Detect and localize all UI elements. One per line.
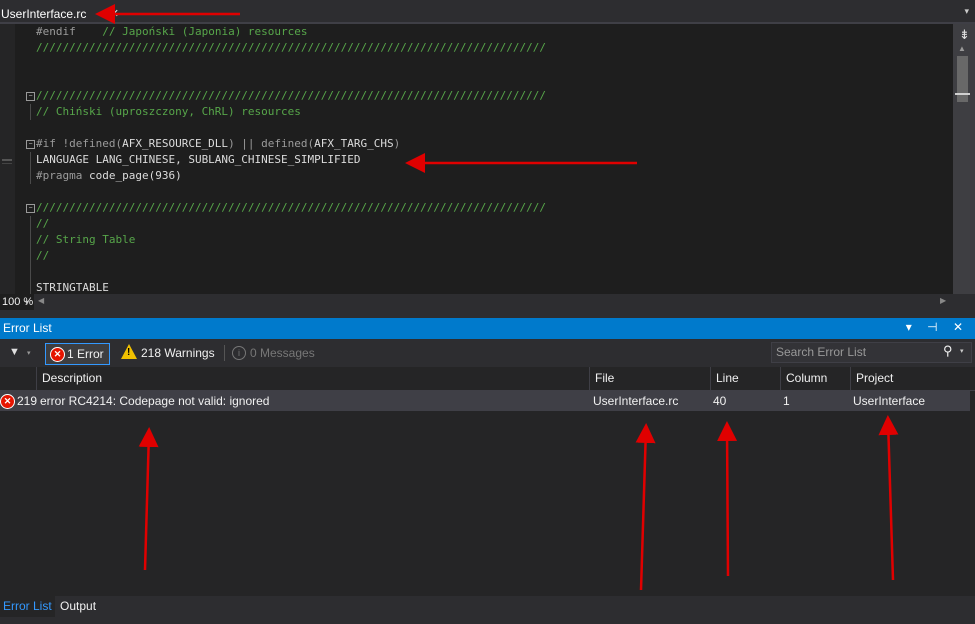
gutter-marker (2, 163, 12, 164)
error-project: UserInterface (853, 394, 926, 408)
errors-count: 1 Error (67, 347, 104, 361)
code-line[interactable]: #pragma code_page(936) (36, 168, 182, 184)
panel-splitter[interactable] (0, 310, 975, 318)
gutter-marker (2, 159, 12, 161)
warning-icon-mark: ! (127, 347, 131, 358)
code-token: AFX_TARG_CHS (314, 137, 394, 150)
filter-icon[interactable]: ▼ (9, 346, 20, 358)
code-line[interactable]: STRINGTABLE (36, 280, 109, 294)
chevron-down-icon[interactable]: ▾ (960, 347, 964, 355)
table-row[interactable]: ✕ 219 error RC4214: Codepage not valid: … (0, 391, 970, 411)
error-list-body: ✕ 219 error RC4214: Codepage not valid: … (0, 391, 975, 596)
tab-output[interactable]: Output (56, 596, 100, 617)
code-line[interactable]: #endif // Japoński (Japonia) resources (36, 24, 308, 40)
code-token: // String Table (36, 233, 136, 246)
code-line[interactable]: #if !defined(AFX_RESOURCE_DLL) || define… (36, 136, 400, 152)
code-token: LANGUAGE LANG_CHINESE, SUBLANG_CHINESE_S… (36, 153, 361, 166)
code-line[interactable]: ////////////////////////////////////////… (36, 88, 546, 104)
collapse-region-icon[interactable]: − (26, 140, 35, 149)
divider (224, 345, 225, 361)
error-list-header: Description File Line Column Project (0, 367, 975, 391)
column-header-project[interactable]: Project (856, 371, 893, 385)
chevron-down-icon[interactable]: ▾ (25, 298, 29, 307)
error-icon: ✕ (0, 394, 15, 409)
tab-title: UserInterface.rc (1, 6, 87, 21)
error-icon: ✕ (50, 347, 65, 362)
code-text[interactable]: #endif // Japoński (Japonia) resources//… (36, 24, 948, 294)
column-header-file[interactable]: File (595, 371, 614, 385)
error-list-toolbar: ▼ ▾ ✕ 1 Error ! 218 Warnings i 0 Message… (0, 339, 975, 367)
column-divider[interactable] (710, 367, 711, 390)
fold-guide (30, 152, 31, 184)
scroll-up-icon[interactable]: ▲ (958, 44, 966, 53)
column-divider[interactable] (780, 367, 781, 390)
code-token: #pragma (36, 169, 83, 182)
error-list-title-bar: Error List ▾ ⊣ ✕ (0, 318, 975, 339)
code-token: AFX_RESOURCE_DLL (122, 137, 229, 150)
code-token: // (36, 217, 50, 230)
scroll-position-marker (955, 93, 970, 95)
code-token: #if !defined( (36, 137, 123, 150)
code-line[interactable]: ////////////////////////////////////////… (36, 40, 546, 56)
code-line[interactable]: // (36, 248, 49, 264)
code-line[interactable]: // (36, 216, 49, 232)
fold-guide (30, 216, 31, 294)
code-token: // Chiński (uproszczony, ChRL) resources (36, 105, 301, 118)
fold-guide (30, 104, 31, 120)
code-token: ////////////////////////////////////////… (36, 89, 546, 102)
code-token: ) (393, 137, 401, 150)
column-divider[interactable] (850, 367, 851, 390)
tool-window-tabs: Error List Output (0, 596, 975, 624)
code-token: // Japoński (Japonia) resources (75, 25, 308, 38)
collapse-region-icon[interactable]: − (26, 92, 35, 101)
document-tab-bar: UserInterface.rc ⊸ ✕ ▾ (0, 0, 975, 24)
code-line[interactable]: LANGUAGE LANG_CHINESE, SUBLANG_CHINESE_S… (36, 152, 361, 168)
split-editor-icon[interactable]: ⇟ (959, 27, 970, 43)
collapse-region-icon[interactable]: − (26, 204, 35, 213)
scroll-left-icon[interactable]: ◀ (38, 296, 44, 305)
errors-filter-button[interactable]: ✕ 1 Error (45, 343, 110, 365)
code-line[interactable]: ////////////////////////////////////////… (36, 200, 546, 216)
close-icon[interactable]: ✕ (110, 7, 119, 20)
code-token: ////////////////////////////////////////… (36, 41, 546, 54)
editor-status-row: 100 % ▾ ◀ ▶ (0, 294, 975, 310)
chevron-down-icon[interactable]: ▾ (27, 349, 31, 357)
code-token: ) || defined( (228, 137, 315, 150)
search-input[interactable]: Search Error List ⚲ ▾ (771, 342, 972, 363)
scrollbar-thumb[interactable] (957, 56, 968, 102)
code-token: ////////////////////////////////////////… (36, 201, 546, 214)
chevron-down-icon[interactable]: ▾ (964, 6, 969, 17)
code-line[interactable]: // String Table (36, 232, 135, 248)
code-editor[interactable]: − − − #endif // Japoński (Japonia) resourc… (0, 24, 975, 294)
error-file: UserInterface.rc (593, 394, 679, 408)
column-header-line[interactable]: Line (716, 371, 739, 385)
column-header-description[interactable]: Description (42, 371, 102, 385)
code-token: code_page(936) (82, 169, 182, 182)
code-token: // (36, 249, 50, 262)
window-controls[interactable]: ▾ ⊣ ✕ (906, 320, 969, 334)
error-description: error RC4214: Codepage not valid: ignore… (40, 394, 270, 408)
column-divider[interactable] (36, 367, 37, 390)
editor-gutter (0, 24, 15, 294)
tab-userinterface-rc[interactable]: UserInterface.rc ⊸ ✕ (0, 3, 119, 24)
error-line: 40 (713, 394, 727, 408)
info-icon[interactable]: i (232, 346, 246, 360)
search-icon[interactable]: ⚲ (943, 343, 953, 359)
error-code-prefix: 219 (17, 394, 38, 408)
column-header-column[interactable]: Column (786, 371, 827, 385)
search-placeholder: Search Error List (776, 345, 867, 359)
pin-icon[interactable]: ⊸ (98, 8, 106, 19)
column-divider[interactable] (589, 367, 590, 390)
warnings-filter-button[interactable]: 218 Warnings (141, 346, 215, 360)
code-line[interactable]: // Chiński (uproszczony, ChRL) resources (36, 104, 301, 120)
messages-filter-button[interactable]: 0 Messages (250, 346, 315, 360)
scroll-right-icon[interactable]: ▶ (940, 296, 946, 305)
code-token: #endif (36, 25, 76, 38)
code-token: STRINGTABLE (36, 281, 109, 294)
error-column: 1 (783, 394, 790, 408)
tab-error-list[interactable]: Error List (0, 596, 55, 617)
panel-title: Error List (3, 321, 52, 335)
